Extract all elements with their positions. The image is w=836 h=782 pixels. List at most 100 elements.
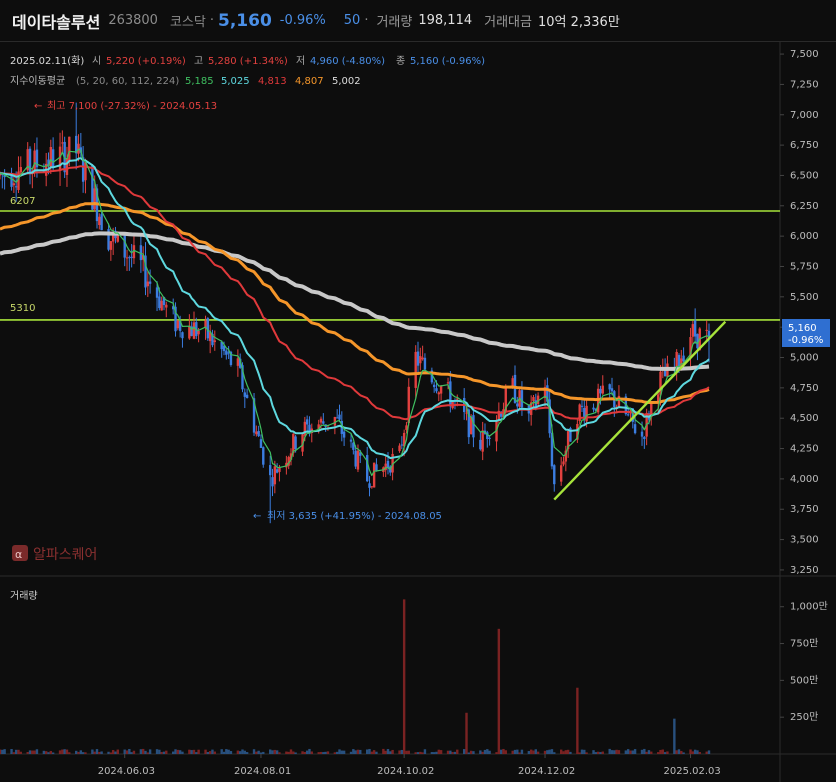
candle-body <box>262 447 265 465</box>
ohlc-open-label: 시 <box>92 55 101 67</box>
candle-body <box>437 392 440 395</box>
price-tick-label: 5,750 <box>790 261 819 272</box>
candle-body <box>319 418 323 423</box>
volume-bar <box>338 749 341 754</box>
volume-bar <box>456 749 459 754</box>
volume-tick-label: 250만 <box>790 711 818 723</box>
volume-bar <box>359 749 362 754</box>
volume-bar <box>303 751 307 754</box>
candle-body <box>278 467 281 472</box>
low-arrow-icon: ← <box>253 511 261 522</box>
candle-body <box>65 157 69 175</box>
hline-lower-label: 5310 <box>10 303 35 314</box>
volume-bar <box>192 749 196 754</box>
volume-bar <box>479 750 482 754</box>
volume-bar <box>116 749 119 754</box>
candle-body <box>592 407 595 410</box>
date-axis: 2024.06.03 2024.08.01 2024.10.02 2024.12.02… <box>98 754 721 777</box>
volume-bar <box>342 750 346 754</box>
separator: · <box>364 13 369 28</box>
volume-bar <box>481 751 484 754</box>
ohlc-high: 5,280 (+1.34%) <box>208 56 288 67</box>
volume-bar <box>294 752 297 754</box>
volume-bar <box>349 751 353 754</box>
candle-body <box>682 355 685 362</box>
volume-bar <box>529 749 533 754</box>
volume-bar <box>285 751 288 754</box>
candle-body <box>439 385 443 394</box>
volume-bar <box>650 751 653 754</box>
candle-body <box>61 142 64 144</box>
volume-bar <box>416 752 420 754</box>
volume-bar <box>79 750 83 754</box>
stock-header: 데이타솔루션 263800 코스닥 · 5,160 -0.96% 50 · 거래… <box>0 0 836 42</box>
volume-bar <box>75 750 78 754</box>
volume-bar <box>633 749 637 754</box>
volume-bar <box>31 750 34 754</box>
candle-body <box>338 414 341 420</box>
volume-bar <box>437 749 440 754</box>
volume-bar <box>384 750 387 754</box>
volume-bar <box>162 751 166 754</box>
ohlc-low-label: 저 <box>296 55 305 67</box>
volume-bar <box>317 752 320 754</box>
candle-body <box>275 469 279 473</box>
volume-bar <box>698 752 701 754</box>
current-price: 5,160 <box>218 10 272 31</box>
ohlc-open: 5,220 (+0.19%) <box>106 56 186 67</box>
volume-bar <box>629 750 632 754</box>
volume-bar <box>682 752 685 754</box>
volume-bar <box>227 749 230 754</box>
volume-bar <box>188 749 191 754</box>
volume-bar <box>534 749 537 754</box>
price-chart[interactable]: 7,500 7,250 7,000 6,750 6,500 6,250 6,000 5,750… <box>0 42 836 782</box>
volume-bar <box>324 751 327 754</box>
volume-bar <box>527 751 531 754</box>
candle-body <box>130 256 133 258</box>
volume-bar <box>354 750 357 754</box>
volume-bar <box>580 749 584 754</box>
candle-body <box>368 483 371 488</box>
volume-bar <box>495 752 498 754</box>
candle-body <box>14 186 18 188</box>
price-tick-label: 6,500 <box>790 170 819 181</box>
candle-body <box>465 412 468 414</box>
volume-bar <box>1 749 4 754</box>
volume-bar <box>543 750 547 754</box>
candle-body <box>585 405 588 422</box>
price-tick-label: 4,000 <box>790 474 819 485</box>
stock-name[interactable]: 데이타솔루션 <box>12 9 100 33</box>
volume-bar <box>319 751 323 754</box>
candle-body <box>10 175 13 187</box>
volume-bar <box>488 750 491 754</box>
volume-bar <box>516 749 519 754</box>
amount-value: 10억 2,336만 <box>537 15 620 30</box>
volume-bar <box>51 752 55 754</box>
volume-bar <box>269 749 272 754</box>
price-tick-label: 4,750 <box>790 383 819 394</box>
volume-bar <box>220 749 223 754</box>
volume-bar <box>675 750 678 754</box>
price-tick-label: 5,000 <box>790 353 819 364</box>
date-tick-label: 2025.02.03 <box>664 766 721 777</box>
volume-bar <box>400 749 404 754</box>
candle-body <box>236 358 240 366</box>
ma5-value: 5,185 <box>185 76 214 87</box>
price-tick-label: 3,500 <box>790 535 819 546</box>
volume-bar <box>511 750 514 754</box>
volume-bar <box>174 749 177 754</box>
candle-body <box>12 183 16 186</box>
volume-bar <box>84 752 87 754</box>
volume-bar <box>109 752 113 754</box>
volume-bar <box>158 749 161 754</box>
volume-bar <box>610 750 614 754</box>
volume-bar <box>435 751 438 754</box>
volume-bar <box>386 749 390 754</box>
market-label: 코스닥 <box>169 15 206 30</box>
volume-bar <box>583 749 586 754</box>
date-tick-label: 2024.06.03 <box>98 766 155 777</box>
candle-body <box>335 417 339 419</box>
candle-body <box>640 431 644 437</box>
candle-body <box>386 460 390 468</box>
ma60-value: 4,813 <box>258 76 287 87</box>
